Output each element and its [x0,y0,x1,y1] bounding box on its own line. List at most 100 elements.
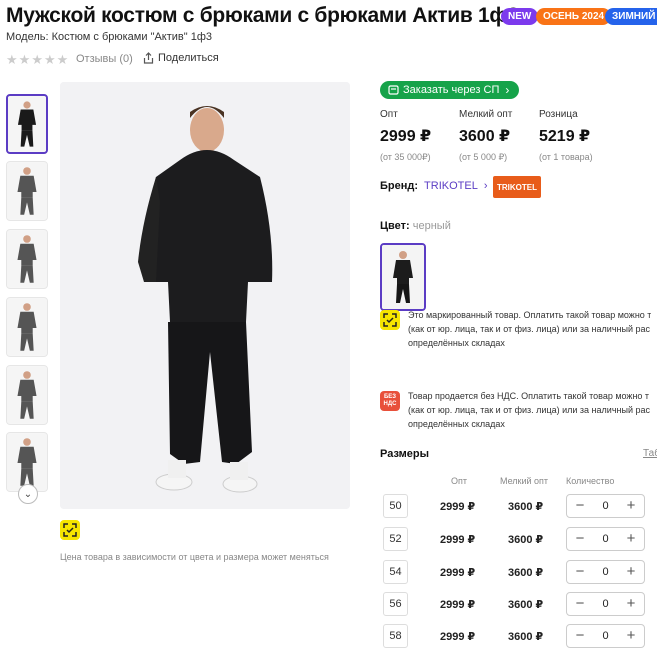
plus-icon[interactable]: + [624,628,638,643]
quantity-value[interactable]: 0 [602,566,608,578]
chevron-down-icon[interactable]: ⌄ [18,484,38,504]
size-label: 54 [383,560,408,584]
size-label: 56 [383,592,408,616]
size-label: 50 [383,494,408,518]
plus-icon[interactable]: + [624,564,638,579]
marking-icon [60,520,80,540]
model-figure [60,82,350,509]
reviews-link[interactable]: Отзывы (0) [76,53,133,65]
gallery-thumbnail[interactable] [6,229,48,289]
gallery-thumbnail[interactable] [6,297,48,357]
price-label: Розница [539,109,578,120]
size-price-small-opt: 3600 ₽ [508,599,544,611]
badge-new: NEW [501,8,539,25]
gallery-thumbnail[interactable] [6,365,48,425]
column-header-small-opt: Мелкий опт [500,476,549,486]
minus-icon[interactable]: − [573,596,587,611]
main-product-image[interactable] [60,82,350,509]
star-icon: ★ [31,52,44,67]
notice-line: определённых складах [408,338,505,348]
size-price-opt: 2999 ₽ [440,631,476,643]
product-title: Мужской костюм с брюками с брюками Актив… [6,4,519,27]
chevron-right-icon: › [505,83,510,97]
notice-line: определённых складах [408,419,505,429]
price-value: 2999 ₽ [380,128,432,145]
notice-line: Это маркированный товар. Оплатить такой … [408,310,652,320]
size-price-small-opt: 3600 ₽ [508,567,544,579]
minus-icon[interactable]: − [573,531,587,546]
color-swatch-black[interactable] [380,243,426,311]
share-button[interactable]: Поделиться [143,52,219,64]
price-label: Опт [380,109,398,120]
plus-icon[interactable]: + [624,498,638,513]
sizes-heading: Размеры [380,448,430,460]
quantity-value[interactable]: 0 [602,630,608,642]
brand-link[interactable]: TRIKOTEL [424,180,478,192]
minus-icon[interactable]: − [573,498,587,513]
size-label: 58 [383,624,408,648]
price-note: Цена товара в зависимости от цвета и раз… [60,552,329,562]
gallery-thumbnail[interactable] [6,161,48,221]
column-header-opt: Опт [451,476,467,486]
chevron-right-icon: › [483,180,488,192]
price-label: Мелкий опт [459,109,513,120]
quantity-value[interactable]: 0 [602,533,608,545]
quantity-value[interactable]: 0 [602,598,608,610]
quantity-stepper[interactable]: − 0 + [566,527,645,551]
quantity-stepper[interactable]: − 0 + [566,624,645,648]
size-table-link[interactable]: Таб [643,448,657,459]
notice-line: (как от юр. лица, так и от физ. лица) ил… [408,405,650,415]
gallery-thumbnail[interactable] [6,94,48,154]
product-model: Модель: Костюм с брюками "Актив" 1ф3 [6,31,213,43]
quantity-value[interactable]: 0 [602,500,608,512]
price-value: 5219 ₽ [539,128,591,145]
color-value: черный [412,220,451,232]
no-vat-icon-text: НДС [383,401,397,407]
price-small-opt: Мелкий опт 3600 ₽ (от 5 000 ₽) [459,109,512,163]
order-sp-button[interactable]: Заказать через СП › [380,81,520,99]
size-price-small-opt: 3600 ₽ [508,534,544,546]
quantity-stepper[interactable]: − 0 + [566,560,645,584]
size-price-opt: 2999 ₽ [440,567,476,579]
price-condition: (от 35 000₽) [380,152,431,162]
badge-season: ОСЕНЬ 2024 [536,8,612,25]
notice-line: Товар продается без НДС. Оплатить такой … [408,391,650,401]
notice-line: (как от юр. лица, так и от физ. лица) ил… [408,324,650,334]
share-icon [143,52,154,64]
quantity-stepper[interactable]: − 0 + [566,592,645,616]
no-vat-notice: БЕЗ НДС Товар продается без НДС. Оплатит… [380,389,657,431]
price-opt: Опт 2999 ₽ (от 35 000₽) [380,109,431,163]
no-vat-icon-text: БЕЗ [383,394,397,400]
price-condition: (от 1 товара) [539,152,593,162]
star-icon: ★ [43,52,57,67]
brand-row: Бренд: TRIKOTEL › [380,180,488,192]
size-price-opt: 2999 ₽ [440,501,476,513]
brand-label: Бренд: [380,180,419,192]
size-label: 52 [383,527,408,551]
minus-icon[interactable]: − [573,564,587,579]
star-icon: ★ [18,52,32,67]
plus-icon[interactable]: + [624,596,638,611]
size-price-small-opt: 3600 ₽ [508,631,544,643]
rating-stars[interactable]: ★★★★★ [6,52,69,68]
color-row: Цвет: черный [380,220,451,232]
plus-icon[interactable]: + [624,531,638,546]
brand-logo[interactable]: TRIKOTEL [493,176,541,198]
price-condition: (от 5 000 ₽) [459,152,508,162]
badge-winter: ЗИМНИЙ Т [605,8,657,25]
star-icon: ★ [56,52,70,67]
price-value: 3600 ₽ [459,128,511,145]
cart-icon [388,85,399,95]
size-price-opt: 2999 ₽ [440,599,476,611]
minus-icon[interactable]: − [573,628,587,643]
gallery-thumbnail[interactable] [6,432,48,492]
share-label: Поделиться [158,52,219,64]
color-label: Цвет: [380,220,410,232]
star-icon: ★ [6,52,19,67]
quantity-stepper[interactable]: − 0 + [566,494,645,518]
size-price-opt: 2999 ₽ [440,534,476,546]
column-header-quantity: Количество [566,476,615,486]
no-vat-icon: БЕЗ НДС [380,391,400,411]
marking-icon [380,310,400,330]
size-price-small-opt: 3600 ₽ [508,501,544,513]
